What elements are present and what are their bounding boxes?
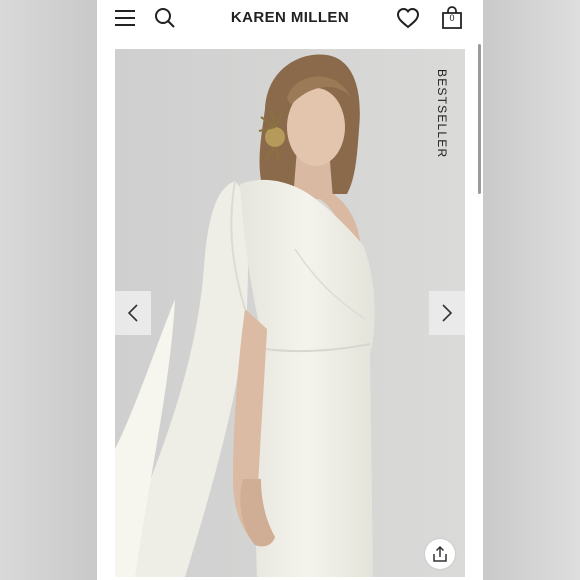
backdrop-right: [483, 0, 580, 580]
next-image-button[interactable]: [429, 291, 465, 335]
chevron-left-icon: [127, 304, 138, 322]
product-image: [115, 49, 465, 577]
site-header: KAREN MILLEN 0: [97, 0, 483, 36]
shopping-bag-icon[interactable]: 0: [440, 6, 464, 30]
backdrop-left: [0, 0, 97, 580]
chevron-right-icon: [442, 304, 453, 322]
phone-screen: KAREN MILLEN 0 BESTSELLER: [97, 0, 483, 580]
heart-icon[interactable]: [396, 6, 420, 30]
bag-count: 0: [449, 13, 455, 23]
share-icon: [433, 545, 447, 562]
bestseller-badge: BESTSELLER: [435, 69, 449, 159]
page-scrollbar[interactable]: [478, 44, 481, 194]
brand-logo[interactable]: KAREN MILLEN: [97, 9, 483, 26]
product-image-gallery[interactable]: BESTSELLER: [115, 49, 465, 577]
share-button[interactable]: [425, 539, 455, 569]
previous-image-button[interactable]: [115, 291, 151, 335]
